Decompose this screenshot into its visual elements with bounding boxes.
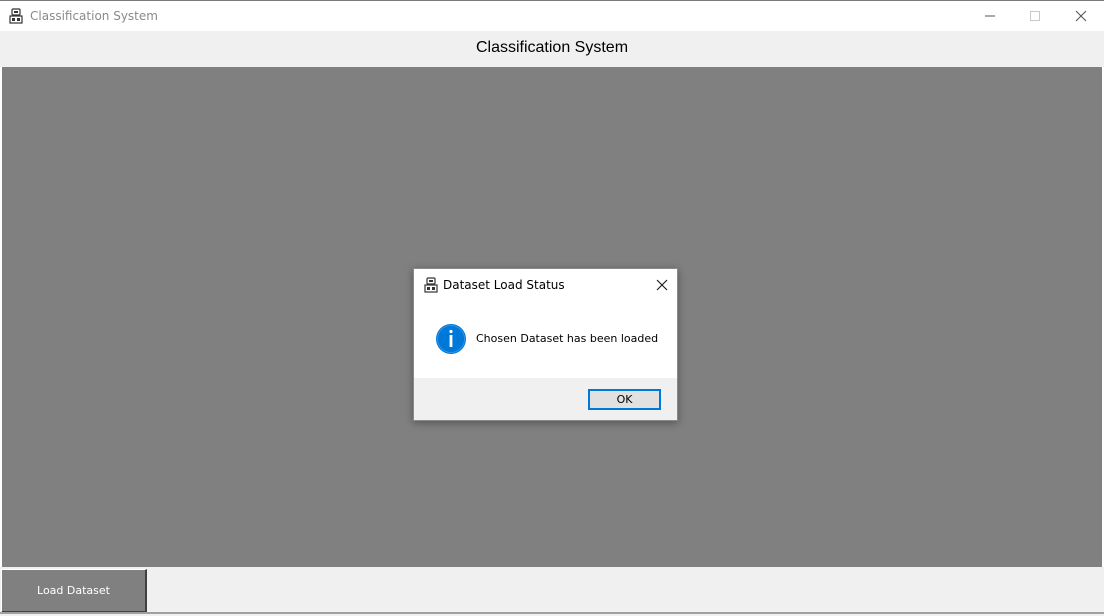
- ok-button[interactable]: OK: [588, 389, 661, 410]
- dialog-title: Dataset Load Status: [443, 278, 565, 292]
- info-icon: [435, 323, 467, 355]
- bottom-divider: [0, 612, 1104, 614]
- minimize-icon: [985, 15, 995, 17]
- minimize-button[interactable]: [967, 1, 1013, 31]
- dialog-message: Chosen Dataset has been loaded: [476, 332, 659, 345]
- dialog-app-icon: [423, 277, 439, 293]
- app-header: Classification System: [0, 31, 1104, 67]
- dialog-close-button[interactable]: [652, 275, 672, 295]
- app-icon: [8, 8, 24, 24]
- maximize-button[interactable]: [1012, 1, 1058, 31]
- dialog-footer: OK: [414, 378, 677, 420]
- page-title: Classification System: [475, 39, 629, 56]
- bottom-toolbar: Load Dataset: [0, 567, 1104, 616]
- window-titlebar[interactable]: Classification System: [0, 0, 1104, 31]
- message-dialog: Dataset Load Status Chosen Dataset has b…: [413, 268, 678, 421]
- close-icon: [1075, 10, 1087, 22]
- maximize-icon: [1030, 11, 1040, 21]
- close-icon: [656, 279, 668, 291]
- close-window-button[interactable]: [1058, 1, 1104, 31]
- window-title: Classification System: [30, 9, 158, 23]
- load-dataset-button[interactable]: Load Dataset: [1, 569, 147, 613]
